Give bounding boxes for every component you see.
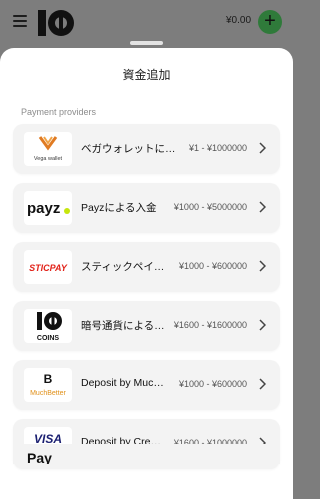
add-funds-button[interactable]: + <box>258 10 282 34</box>
provider-name: Deposit by Muc… <box>81 377 164 389</box>
provider-range: ¥1600 - ¥1600000 <box>173 320 247 330</box>
sheet-title: 資金追加 <box>122 68 171 82</box>
add-funds-sheet: 資金追加 Payment providers Vega wallet ベガウォレ… <box>0 48 293 499</box>
provider-name: Payzによる入金 <box>81 202 157 214</box>
brand-logo[interactable] <box>38 8 74 38</box>
provider-row-payz[interactable]: payz Payzによる入金 ¥1000 - ¥5000000 <box>13 183 280 233</box>
provider-name: 暗号通貨による… <box>81 320 165 332</box>
chevron-right-icon <box>259 142 266 154</box>
provider-row-applepay[interactable]: Pay <box>13 444 280 464</box>
coins-logo-text: COINS <box>37 335 60 342</box>
vega-logo-text: Vega wallet <box>34 156 63 162</box>
provider-range: ¥1000 - ¥600000 <box>178 261 247 271</box>
sticpay-logo: STICPAY <box>24 250 72 284</box>
section-label: Payment providers <box>21 107 97 117</box>
muchbetter-logo-text: MuchBetter <box>30 390 66 397</box>
coins-logo: COINS <box>24 309 72 343</box>
sheet-grabber[interactable] <box>130 41 163 45</box>
provider-range: ¥1000 - ¥5000000 <box>173 202 247 212</box>
provider-row-vega[interactable]: Vega wallet ベガウォレットに… ¥1 - ¥1000000 <box>13 124 280 174</box>
balance-value: ¥0.00 <box>226 15 252 26</box>
provider-range: ¥1 - ¥1000000 <box>188 143 247 153</box>
chevron-right-icon <box>259 378 266 390</box>
muchbetter-logo: B MuchBetter <box>24 368 72 402</box>
provider-name: ベガウォレットに… <box>81 143 176 155</box>
top-bar: ¥0.00 + <box>0 0 293 44</box>
vega-wallet-logo: Vega wallet <box>24 132 72 166</box>
provider-row-crypto[interactable]: COINS 暗号通貨による… ¥1600 - ¥1600000 <box>13 301 280 351</box>
payz-logo-text: payz <box>27 200 60 217</box>
provider-row-sticpay[interactable]: STICPAY スティックペイ… ¥1000 - ¥600000 <box>13 242 280 292</box>
apple-pay-logo: Pay <box>27 450 52 464</box>
menu-icon[interactable] <box>13 15 27 27</box>
provider-row-muchbetter[interactable]: B MuchBetter Deposit by Muc… ¥1000 - ¥60… <box>13 360 280 410</box>
payz-logo: payz <box>24 191 72 225</box>
chevron-right-icon <box>259 260 266 272</box>
chevron-right-icon <box>259 201 266 213</box>
sticpay-logo-text: STICPAY <box>29 263 68 273</box>
chevron-right-icon <box>259 319 266 331</box>
svg-text:B: B <box>44 372 53 386</box>
provider-range: ¥1000 - ¥600000 <box>178 379 247 389</box>
provider-name: スティックペイ… <box>81 261 165 273</box>
